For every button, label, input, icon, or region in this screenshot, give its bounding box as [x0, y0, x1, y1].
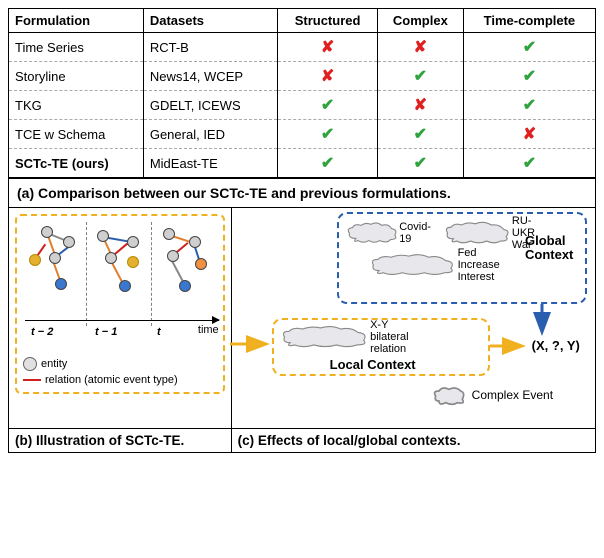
output-tuple: (X, ?, Y) [532, 338, 580, 353]
cell-structured: ✔ [278, 149, 378, 178]
comparison-table: Formulation Datasets Structured Complex … [9, 9, 595, 178]
cell-formulation: TCE w Schema [9, 120, 143, 149]
cell-complex: ✔ [377, 120, 463, 149]
cell-complex: ✔ [377, 149, 463, 178]
cloud-bilateral-label: X-Y bilateral relation [370, 319, 430, 355]
legend-relation-label: relation (atomic event type) [45, 374, 178, 386]
complex-event-label: Complex Event [472, 388, 553, 402]
entity-node-icon [63, 236, 75, 248]
table-row: Time SeriesRCT-B✘✘✔ [9, 33, 595, 62]
legend: entity relation (atomic event type) [23, 356, 178, 388]
col-header: Complex [377, 9, 463, 33]
cell-timecomplete: ✔ [463, 91, 595, 120]
caption-b: (b) Illustration of SCTc-TE. [9, 428, 231, 452]
lower-panels: t − 2 t − 1 t time entity relation (atom… [9, 207, 595, 452]
cell-formulation: TKG [9, 91, 143, 120]
entity-node-icon [163, 228, 175, 240]
figure-container: Formulation Datasets Structured Complex … [8, 8, 596, 453]
cell-structured: ✘ [278, 62, 378, 91]
entity-node-icon [167, 250, 179, 262]
col-header: Structured [278, 9, 378, 33]
sctc-illustration-box: t − 2 t − 1 t time entity relation (atom… [15, 214, 225, 394]
col-header: Time-complete [463, 9, 595, 33]
table-row: SCTc-TE (ours)MidEast-TE✔✔✔ [9, 149, 595, 178]
cloud-war-label: RU-UKR War [512, 215, 553, 251]
col-header: Formulation [9, 9, 143, 33]
entity-node-icon [29, 254, 41, 266]
time-tick-label: t − 2 [31, 326, 53, 338]
legend-entity-label: entity [41, 358, 67, 370]
entity-dot-icon [23, 357, 37, 371]
time-divider [86, 222, 87, 326]
entity-node-icon [127, 256, 139, 268]
cell-complex: ✘ [377, 33, 463, 62]
panel-c-body: Covid-19 RU-UKR War Fed Increase Interes… [232, 208, 595, 428]
cell-timecomplete: ✔ [463, 33, 595, 62]
mini-graph-t [157, 222, 215, 312]
cell-complex: ✘ [377, 91, 463, 120]
panel-b: t − 2 t − 1 t time entity relation (atom… [9, 208, 232, 452]
local-context-box: X-Y bilateral relation Local Context [272, 318, 490, 376]
entity-node-icon [189, 236, 201, 248]
cloud-fed-label: Fed Increase Interest [458, 247, 519, 283]
cell-datasets: GDELT, ICEWS [143, 91, 277, 120]
arrow-to-local-icon [230, 334, 274, 356]
table-row: TCE w SchemaGeneral, IED✔✔✘ [9, 120, 595, 149]
cloud-bilateral-icon: X-Y bilateral relation [280, 324, 430, 350]
mini-graphs-row [21, 222, 219, 322]
entity-node-icon [105, 252, 117, 264]
arrow-local-right-icon [490, 336, 530, 358]
entity-node-icon [195, 258, 207, 270]
table-row: TKGGDELT, ICEWS✔✘✔ [9, 91, 595, 120]
cell-structured: ✔ [278, 120, 378, 149]
cloud-war-icon: RU-UKR War [443, 220, 553, 246]
time-divider [151, 222, 152, 326]
panel-c: Covid-19 RU-UKR War Fed Increase Interes… [232, 208, 595, 452]
entity-node-icon [41, 226, 53, 238]
cell-structured: ✔ [278, 91, 378, 120]
time-tick-label: t [157, 326, 161, 338]
cloud-complex-event-icon [432, 386, 466, 406]
entity-node-icon [97, 230, 109, 242]
cloud-covid-icon: Covid-19 [345, 220, 431, 246]
entity-node-icon [49, 252, 61, 264]
entity-node-icon [179, 280, 191, 292]
caption-c: (c) Effects of local/global contexts. [232, 428, 595, 452]
cell-timecomplete: ✔ [463, 62, 595, 91]
legend-relation: relation (atomic event type) [23, 372, 178, 388]
time-tick-label: t − 1 [95, 326, 117, 338]
cell-timecomplete: ✘ [463, 120, 595, 149]
mini-graph-t-2 [25, 222, 83, 312]
cell-timecomplete: ✔ [463, 149, 595, 178]
local-context-label: Local Context [330, 357, 416, 372]
cloud-fed-icon: Fed Increase Interest [369, 252, 519, 278]
entity-node-icon [55, 278, 67, 290]
entity-node-icon [127, 236, 139, 248]
table-row: StorylineNews14, WCEP✘✔✔ [9, 62, 595, 91]
axis-label: time [198, 324, 219, 336]
cell-datasets: MidEast-TE [143, 149, 277, 178]
panel-b-body: t − 2 t − 1 t time entity relation (atom… [9, 208, 231, 428]
cell-datasets: News14, WCEP [143, 62, 277, 91]
table-header-row: Formulation Datasets Structured Complex … [9, 9, 595, 33]
cell-datasets: RCT-B [143, 33, 277, 62]
caption-a: (a) Comparison between our SCTc-TE and p… [9, 178, 595, 207]
cloud-covid-label: Covid-19 [399, 221, 431, 245]
entity-node-icon [119, 280, 131, 292]
relation-line-icon [23, 379, 41, 381]
cell-complex: ✔ [377, 62, 463, 91]
cell-formulation: SCTc-TE (ours) [9, 149, 143, 178]
cell-structured: ✘ [278, 33, 378, 62]
cell-formulation: Storyline [9, 62, 143, 91]
legend-entity: entity [23, 356, 178, 372]
mini-graph-t-1 [91, 222, 149, 312]
cell-datasets: General, IED [143, 120, 277, 149]
col-header: Datasets [143, 9, 277, 33]
cell-formulation: Time Series [9, 33, 143, 62]
arrow-global-down-icon [532, 304, 552, 340]
time-axis-icon [25, 320, 219, 321]
